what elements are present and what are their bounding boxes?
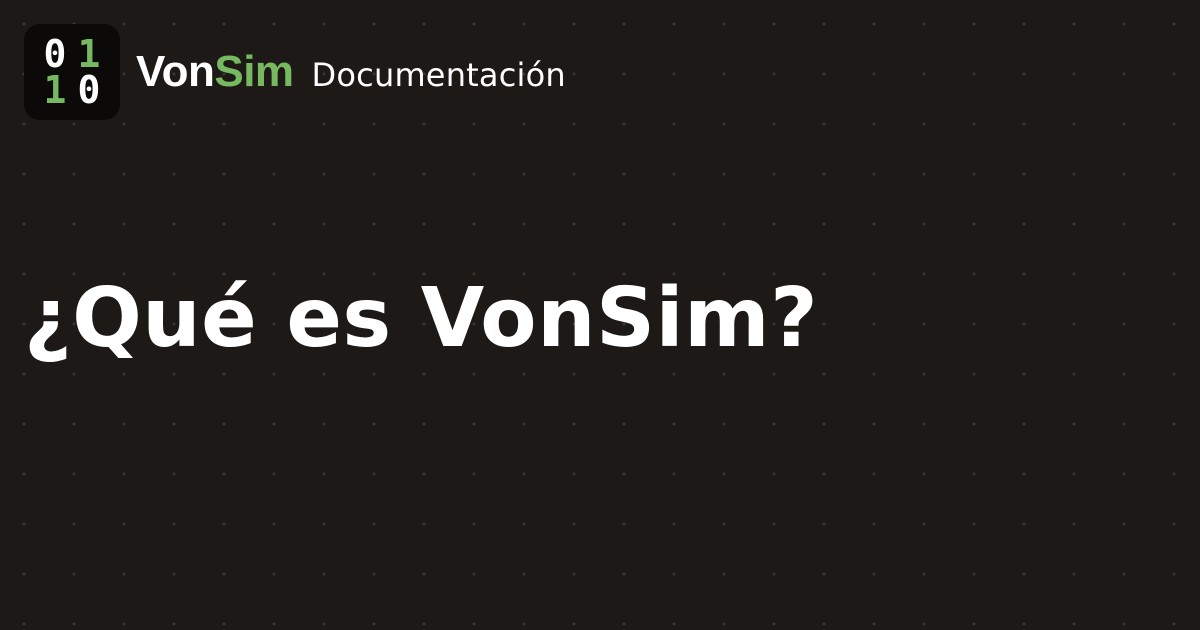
logo-digit: 1: [43, 68, 67, 112]
brand-name-sim: Sim: [214, 47, 294, 96]
brand-name: VonSim: [136, 47, 294, 97]
brand-subtitle: Documentación: [311, 56, 566, 94]
logo-digit: 0: [43, 32, 67, 76]
header: 0 1 1 0 VonSim Documentación: [24, 24, 566, 120]
vonsim-logo: 0 1 1 0: [24, 24, 120, 120]
page-title: ¿Qué es VonSim?: [24, 271, 819, 366]
brand: VonSim Documentación: [136, 47, 566, 97]
logo-digit: 0: [77, 68, 101, 112]
brand-name-von: Von: [136, 47, 215, 96]
logo-digit: 1: [77, 32, 101, 76]
